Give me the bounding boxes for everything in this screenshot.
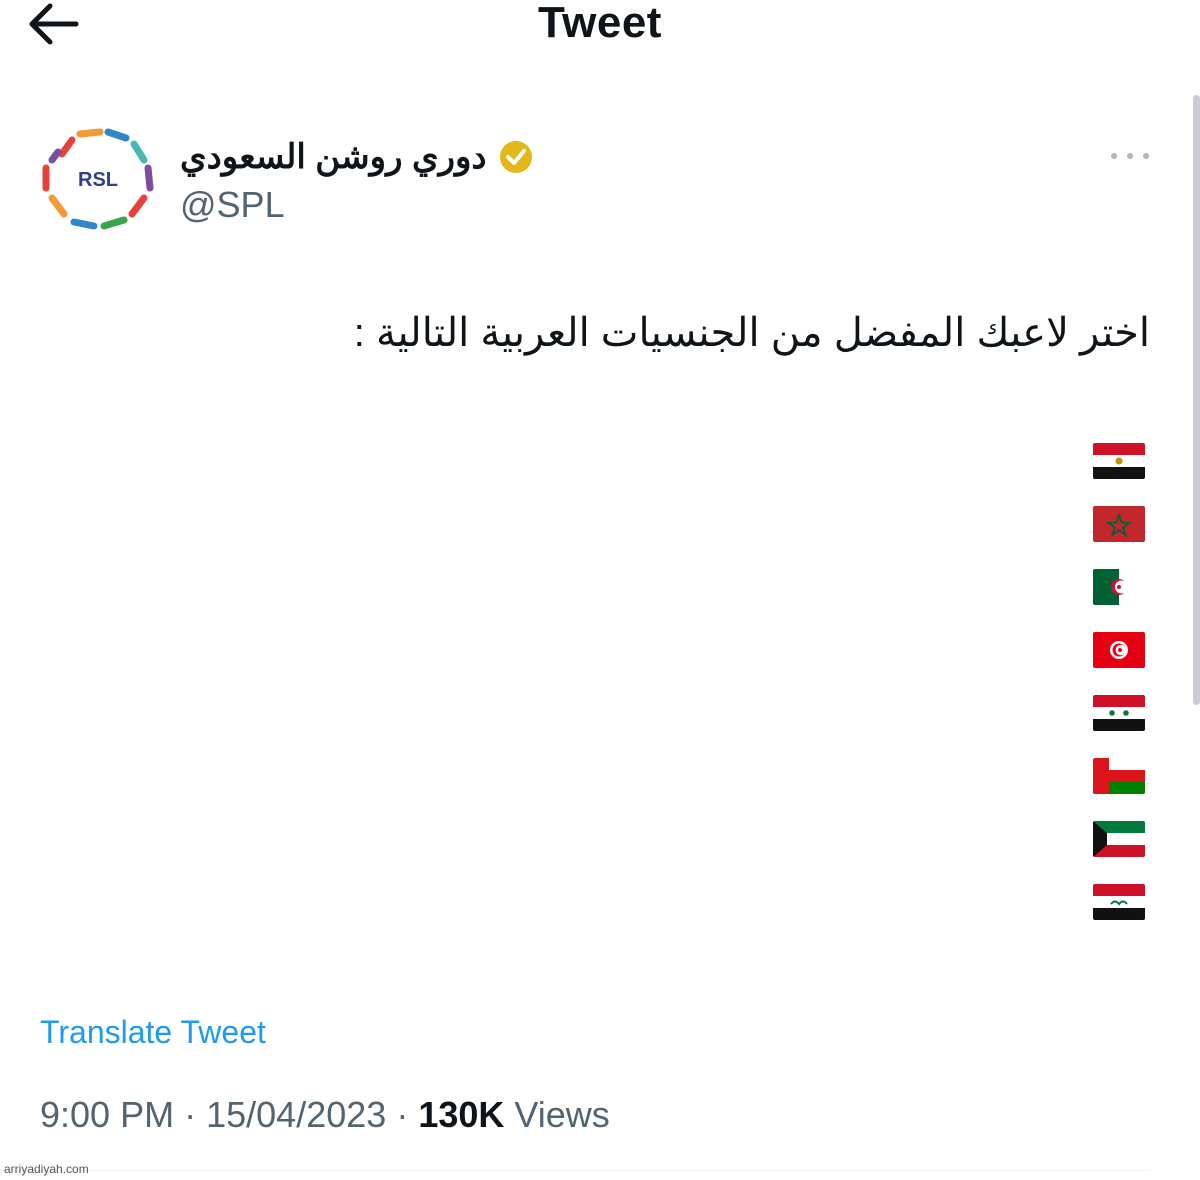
tweet-date[interactable]: 15/04/2023 [206, 1094, 386, 1135]
meta-separator: · [396, 1094, 409, 1135]
views-count: 130K [418, 1094, 505, 1135]
morocco-flag-icon [1093, 506, 1145, 542]
flag-list [1093, 443, 1147, 947]
meta-separator: · [184, 1094, 197, 1135]
tweet-meta: 9:00 PM · 15/04/2023 · 130K Views [40, 1094, 610, 1136]
author-handle[interactable]: @SPL [180, 184, 285, 226]
top-bar: Tweet [0, 0, 1200, 60]
oman-flag-icon [1093, 758, 1145, 794]
avatar-label: RSL [78, 169, 118, 191]
more-options-icon[interactable] [1106, 146, 1154, 166]
tweet-time[interactable]: 9:00 PM [40, 1094, 174, 1135]
avatar[interactable]: RSL [38, 126, 158, 232]
algeria-flag-icon [1093, 569, 1145, 605]
views-label: Views [514, 1094, 610, 1135]
syria-flag-icon [1093, 695, 1145, 731]
display-name[interactable]: دوري روشن السعودي [180, 137, 487, 177]
egypt-flag-icon [1093, 443, 1145, 479]
scrollbar[interactable] [1193, 95, 1200, 705]
author-name-row[interactable]: دوري روشن السعودي [180, 134, 535, 180]
tweet-text: اختر لاعبك المفضل من الجنسيات العربية ال… [353, 311, 1150, 355]
page-title: Tweet [538, 0, 662, 47]
verified-badge-icon [499, 141, 532, 173]
translate-tweet-link[interactable]: Translate Tweet [40, 1014, 266, 1051]
kuwait-flag-icon [1093, 821, 1145, 857]
watermark: arriyadiyah.com [4, 1162, 89, 1176]
tunisia-flag-icon [1093, 632, 1145, 668]
iraq-flag-icon [1093, 884, 1145, 920]
divider [0, 1170, 1150, 1171]
